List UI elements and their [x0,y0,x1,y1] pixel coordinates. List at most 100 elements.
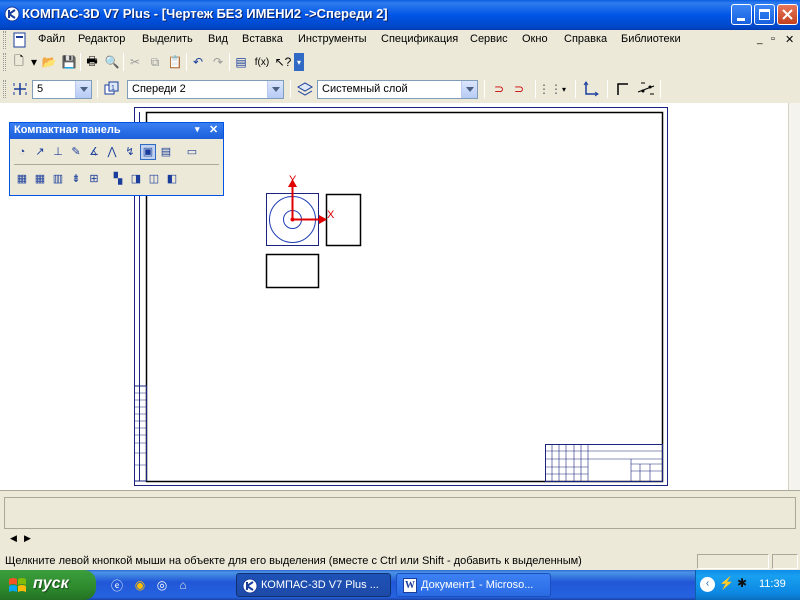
menu-file[interactable]: Файл [38,33,65,45]
preview-icon[interactable]: 🔍 [103,53,121,71]
paste-icon[interactable]: 📋 [166,53,184,71]
menu-service[interactable]: Сервис [470,33,508,45]
partial-view-icon[interactable]: ◧ [164,171,180,187]
menu-window[interactable]: Окно [522,33,548,45]
maximize-button[interactable] [754,4,775,25]
toolbar-overflow-icon[interactable]: ▾ [294,53,304,71]
chevron-down-icon[interactable] [75,81,91,98]
chevron-down-icon[interactable] [267,81,283,98]
menu-tools[interactable]: Инструменты [298,33,367,45]
grid-dropdown-icon[interactable]: ▾ [559,80,569,98]
toolbar-grip[interactable] [3,31,6,49]
layer-select[interactable]: Системный слой [317,80,478,99]
local-cs-icon[interactable] [582,80,600,98]
status-bar: Щелкните левой кнопкой мыши на объекте д… [0,553,800,570]
show-desktop-icon[interactable]: ◎ [153,576,171,594]
task-kompas[interactable]: КОМПАС-3D V7 Plus ... [236,573,391,597]
toolbar-grip[interactable] [3,80,6,98]
start-button[interactable]: пуск [0,570,96,600]
menu-insert[interactable]: Вставка [242,33,283,45]
undo-icon[interactable]: ↶ [189,53,207,71]
compact-panel-titlebar[interactable]: Компактная панель ▾ ✕ [10,123,223,139]
manager-icon[interactable]: ▤ [232,53,250,71]
close-button[interactable] [777,4,798,25]
chevron-down-icon[interactable] [461,81,477,98]
snap-local-icon[interactable]: ⊃ [510,80,528,98]
arrow-view-icon[interactable]: ◫ [146,171,162,187]
break-view-icon[interactable]: ▥ [50,171,66,187]
dimension-icon[interactable]: ↗ [32,144,48,160]
view-icon[interactable]: ▦ [14,171,30,187]
top-view-rect[interactable] [265,253,320,289]
properties-area[interactable] [4,497,796,529]
menu-select[interactable]: Выделить [142,33,193,45]
status-cell [772,554,798,569]
new-dropdown-icon[interactable]: ▾ [30,53,38,71]
geometry-icon[interactable]: ◔ [14,144,30,160]
clock[interactable]: 11:39 [759,578,786,590]
step-cursor-icon[interactable] [11,80,29,98]
variables-icon[interactable]: f(x) [252,53,272,71]
edit-icon[interactable]: ✎ [68,144,84,160]
menu-specification[interactable]: Спецификация [381,33,458,45]
compact-toolbar-switch: ◔ ↗ ⊥ ✎ ∡ ⋀ ↯ ▣ ▤ ▭ [14,144,200,160]
view-manager-icon[interactable]: 1 [103,80,121,98]
parametrize-icon[interactable]: ∡ [86,144,102,160]
network-icon[interactable]: ⚡ [719,576,734,590]
spec-icon[interactable]: ▤ [158,144,174,160]
parametric-mode-icon[interactable] [636,80,656,98]
media-player-icon[interactable]: ◉ [131,576,149,594]
tray-bug-icon[interactable]: ✱ [737,576,747,590]
snap-global-icon[interactable]: ⊃ [490,80,508,98]
compact-panel[interactable]: Компактная панель ▾ ✕ ◔ ↗ ⊥ ✎ ∡ ⋀ ↯ ▣ ▤ … [9,122,224,196]
projection-icon[interactable]: ⇟ [68,171,84,187]
scroll-right-icon[interactable]: ▶ [24,533,31,544]
menu-libraries[interactable]: Библиотеки [621,33,681,45]
layer-manager-icon[interactable] [296,80,314,98]
copy-icon[interactable]: ⧉ [146,53,164,71]
symbol-icon[interactable]: ⊥ [50,144,66,160]
doc-restore-icon[interactable]: ▫ [771,33,775,45]
print-icon[interactable]: 🖶 [83,53,101,71]
window-title: КОМПАС-3D V7 Plus - [Чертеж БЕЗ ИМЕНИ2 -… [22,6,388,21]
panel-menu-icon[interactable]: ▾ [195,124,200,135]
minimize-button[interactable] [731,4,752,25]
menu-help[interactable]: Справка [564,33,607,45]
panel-close-icon[interactable]: ✕ [209,123,218,136]
task-word[interactable]: W Документ1 - Microso... [396,573,551,597]
step-select[interactable]: 5 [32,80,92,99]
compact-toolbar-tools: ▦ ▦ ▥ ⇟ ⊞ ▚ ◨ ◫ ◧ [14,171,180,187]
measure-icon[interactable]: ⋀ [104,144,120,160]
tray-expand-icon[interactable]: ‹ [700,577,715,592]
menu-edit[interactable]: Редактор [78,33,125,45]
menu-view[interactable]: Вид [208,33,228,45]
redo-icon[interactable]: ↷ [209,53,227,71]
properties-panel: ◀ ▶ [0,490,800,553]
help-pointer-icon[interactable]: ↖? [274,53,292,71]
cut-icon[interactable]: ✂ [126,53,144,71]
section-view-icon[interactable]: ▦ [32,171,48,187]
doc-close-icon[interactable]: ✕ [785,33,794,46]
save-icon[interactable]: 💾 [60,53,78,71]
scroll-left-icon[interactable]: ◀ [10,533,17,544]
document-icon[interactable] [12,32,28,48]
new-file-icon[interactable]: 🗋 [10,53,28,71]
grid-icon[interactable]: ⋮⋮ [538,80,562,98]
doc-minimize-icon[interactable]: _ [757,34,763,45]
report-icon[interactable]: ▭ [184,144,200,160]
view-select[interactable]: Спереди 2 [127,80,284,99]
select-icon[interactable]: ↯ [122,144,138,160]
3d-view-icon[interactable]: ◨ [128,171,144,187]
toolbar-grip[interactable] [3,53,6,71]
associative-icon[interactable]: ▚ [110,171,126,187]
local-view-icon[interactable]: ⊞ [86,171,102,187]
quick-launch-icon[interactable]: ⌂ [174,576,192,594]
associative-view-icon[interactable]: ▣ [140,144,156,160]
ortho-mode-icon[interactable] [614,80,632,98]
task-kompas-label: КОМПАС-3D V7 Plus ... [261,579,379,591]
open-icon[interactable]: 📂 [40,53,58,71]
title-bar[interactable]: КОМПАС-3D V7 Plus - [Чертеж БЕЗ ИМЕНИ2 -… [0,0,800,30]
vertical-scrollbar[interactable] [788,103,800,490]
start-label: пуск [33,575,69,592]
ie-icon[interactable]: ⓔ [108,576,126,594]
